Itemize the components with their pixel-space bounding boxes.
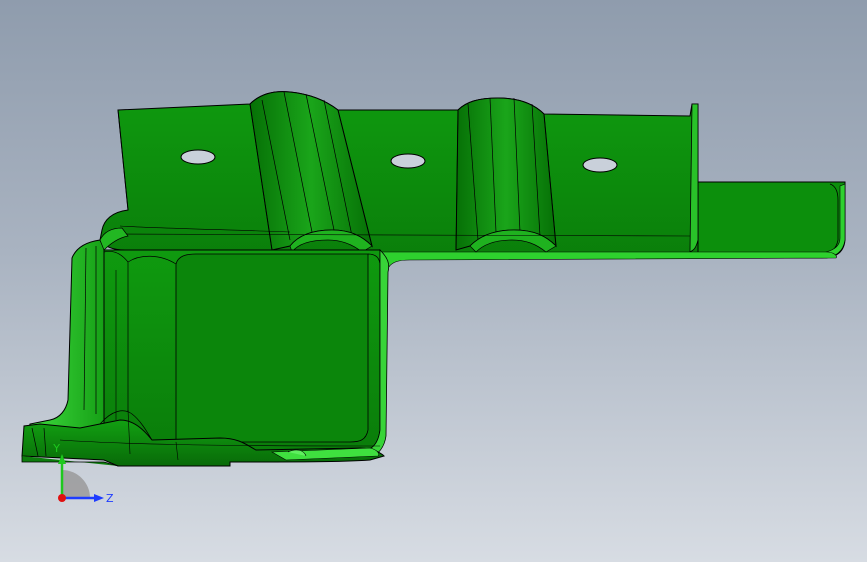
mounting-hole-1 [180, 149, 216, 165]
coordinate-triad: Y Z [52, 442, 114, 505]
z-axis-label: Z [106, 492, 114, 505]
mounting-hole-3 [582, 157, 618, 173]
mounting-hole-2 [390, 153, 426, 169]
z-axis-arrowhead [94, 494, 104, 502]
triad-plane-indicator [62, 470, 90, 498]
graphics-viewport[interactable]: Y Z [0, 0, 867, 562]
left-wall [27, 239, 105, 433]
box-inner-face [175, 253, 369, 443]
x-axis-origin [58, 494, 66, 502]
y-axis-label: Y [52, 442, 60, 455]
flange-lower-lip [379, 251, 837, 269]
right-tab [697, 181, 846, 259]
sheet-metal-bracket-model[interactable] [0, 0, 867, 562]
y-axis-arrowhead [58, 454, 66, 464]
stiffening-rib-2 [455, 97, 557, 251]
